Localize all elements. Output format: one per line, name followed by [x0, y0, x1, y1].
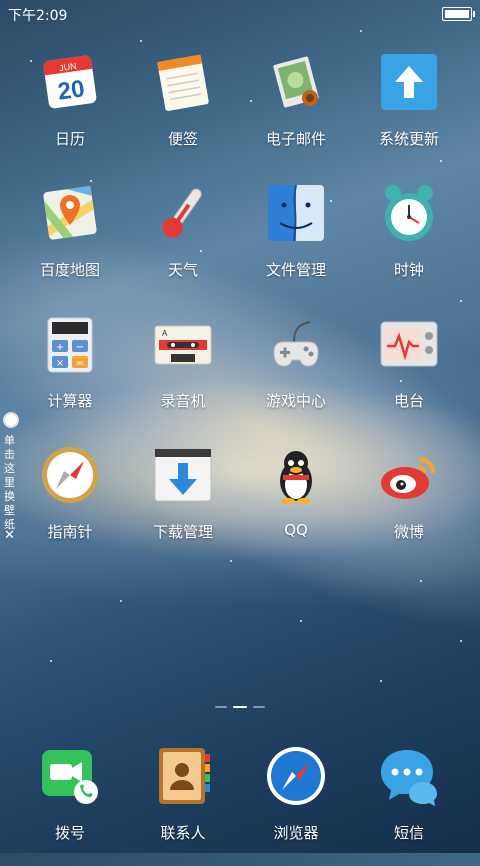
weather-thermometer-icon — [153, 183, 213, 243]
app-compass[interactable]: 指南针 — [20, 445, 120, 565]
svg-text:=: = — [76, 358, 84, 369]
app-weibo[interactable]: 微博 — [359, 445, 459, 565]
app-label: 录音机 — [160, 392, 206, 410]
mail-icon — [266, 52, 326, 112]
app-label: 联系人 — [160, 824, 206, 842]
file-manager-icon — [266, 183, 326, 243]
app-qq[interactable]: QQ — [246, 445, 346, 565]
app-label: 微博 — [393, 523, 424, 541]
recorder-cassette-icon: A — [153, 314, 213, 374]
wallpaper-tab-knob[interactable] — [3, 412, 19, 428]
app-messages[interactable]: 短信 — [359, 746, 459, 866]
svg-text:A: A — [162, 329, 168, 338]
qq-penguin-icon — [266, 445, 326, 505]
app-label: 短信 — [393, 824, 424, 842]
app-baidu-map[interactable]: 百度地图 — [20, 183, 120, 303]
messages-icon — [379, 746, 439, 806]
app-label: 游戏中心 — [265, 392, 326, 410]
app-label: 便签 — [167, 130, 198, 148]
app-label: 浏览器 — [273, 824, 319, 842]
app-label: 时钟 — [393, 261, 424, 279]
dock: 拨号 联系人 浏览器 短信 — [0, 730, 480, 853]
clock-icon — [379, 183, 439, 243]
app-calendar[interactable]: JUN 20 日历 — [20, 52, 120, 172]
app-calculator[interactable]: + − × = 计算器 — [20, 314, 120, 434]
app-browser[interactable]: 浏览器 — [246, 746, 346, 866]
phone-dialer-icon — [40, 746, 100, 806]
close-icon[interactable]: ✕ — [4, 528, 15, 543]
app-label: 系统更新 — [378, 130, 439, 148]
baidu-map-icon — [40, 183, 100, 243]
system-update-icon — [379, 52, 439, 112]
app-label: QQ — [284, 521, 308, 539]
app-label: 日历 — [54, 130, 85, 148]
app-label: 电子邮件 — [265, 130, 326, 148]
change-wallpaper-text[interactable]: 单击这里换壁纸 — [4, 434, 18, 532]
page-dot — [215, 706, 227, 708]
weibo-icon — [379, 445, 439, 505]
contacts-icon — [153, 746, 213, 806]
app-game-center[interactable]: 游戏中心 — [246, 314, 346, 434]
app-label: 电台 — [393, 392, 424, 410]
radio-icon — [379, 314, 439, 374]
page-dot-active — [233, 706, 247, 708]
app-weather[interactable]: 天气 — [133, 183, 233, 303]
page-indicator — [215, 704, 265, 710]
app-label: 拨号 — [54, 824, 85, 842]
svg-text:+: + — [56, 342, 64, 353]
app-contacts[interactable]: 联系人 — [133, 746, 233, 866]
notes-icon — [153, 52, 213, 112]
calendar-icon: JUN 20 — [40, 52, 100, 112]
app-label: 文件管理 — [265, 261, 326, 279]
svg-text:−: − — [76, 342, 84, 353]
app-download-manager[interactable]: 下载管理 — [133, 445, 233, 565]
app-label: 百度地图 — [39, 261, 100, 279]
app-label: 天气 — [167, 261, 198, 279]
app-phone[interactable]: 拨号 — [20, 746, 120, 866]
browser-compass-icon — [266, 746, 326, 806]
app-system-update[interactable]: 系统更新 — [359, 52, 459, 172]
download-manager-icon — [153, 445, 213, 505]
change-wallpaper-tab[interactable]: 单击这里换壁纸 ✕ — [0, 410, 22, 550]
app-recorder[interactable]: A 录音机 — [133, 314, 233, 434]
app-radio[interactable]: 电台 — [359, 314, 459, 434]
app-notes[interactable]: 便签 — [133, 52, 233, 172]
app-label: 指南针 — [47, 523, 93, 541]
svg-text:20: 20 — [56, 75, 86, 105]
svg-text:×: × — [56, 358, 64, 369]
compass-icon — [40, 445, 100, 505]
battery-icon — [442, 7, 475, 21]
app-label: 计算器 — [47, 392, 93, 410]
app-mail[interactable]: 电子邮件 — [246, 52, 346, 172]
calculator-icon: + − × = — [40, 314, 100, 374]
app-clock[interactable]: 时钟 — [359, 183, 459, 303]
app-label: 下载管理 — [152, 523, 213, 541]
game-center-controller-icon — [266, 314, 326, 374]
page-dot — [253, 706, 265, 708]
status-time: 下午2:09 — [8, 8, 68, 24]
status-bar: 下午2:09 — [0, 0, 480, 26]
app-file-manager[interactable]: 文件管理 — [246, 183, 346, 303]
